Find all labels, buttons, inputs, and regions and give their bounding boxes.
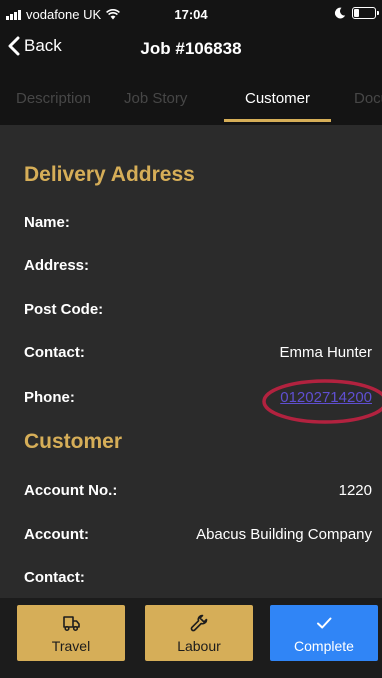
carrier-name: vodafone UK (26, 7, 102, 22)
contact-name: Emma Hunter (279, 343, 372, 361)
wrench-icon (190, 614, 208, 631)
complete-button[interactable]: Complete (270, 605, 378, 661)
checkmark-icon (317, 617, 332, 628)
active-tab-indicator (224, 119, 331, 122)
customer-heading: Customer (24, 430, 123, 453)
signal-icon (6, 9, 21, 20)
delivery-address-heading: Delivery Address (24, 163, 195, 186)
field-label: Contact: (24, 568, 85, 586)
tab-description[interactable]: Description (16, 90, 91, 107)
complete-label: Complete (294, 637, 354, 654)
field-row-account-no: Account No.: 1220 (24, 478, 372, 502)
account-number: 1220 (338, 481, 372, 499)
wifi-icon (106, 9, 121, 20)
chevron-left-icon (8, 36, 20, 56)
field-row-customer-contact: Contact: (24, 565, 372, 589)
tab-job-story[interactable]: Job Story (124, 90, 187, 107)
van-icon (63, 615, 80, 631)
field-label: Post Code: (24, 300, 104, 318)
field-label: Name: (24, 213, 70, 231)
nav-bar: Back Job #106838 (0, 30, 382, 70)
field-label: Account No.: (24, 481, 118, 499)
action-bar: Travel Labour Complete (0, 598, 382, 678)
status-bar: vodafone UK 17:04 (0, 0, 382, 30)
travel-button[interactable]: Travel (17, 605, 125, 661)
battery-icon (352, 7, 379, 19)
field-label: Address: (24, 256, 90, 274)
account-name: Abacus Building Company (196, 525, 372, 543)
labour-button[interactable]: Labour (145, 605, 253, 661)
status-right (334, 7, 379, 19)
field-row-address: Address: (24, 253, 372, 277)
field-row-account: Account: Abacus Building Company (24, 522, 372, 546)
back-label: Back (24, 36, 62, 55)
travel-label: Travel (51, 637, 91, 654)
tab-bar: Description Job Story Customer Documents (0, 70, 382, 125)
tab-documents[interactable]: Documents (354, 90, 382, 107)
field-row-contact: Contact: Emma Hunter (24, 340, 372, 364)
tab-customer[interactable]: Customer (245, 90, 310, 107)
labour-label: Labour (177, 637, 221, 654)
annotation-circle (262, 379, 382, 424)
customer-details: Delivery Address Name: Address: Post Cod… (0, 125, 382, 598)
status-left: vodafone UK (6, 7, 121, 22)
field-label: Phone: (24, 388, 75, 406)
back-button[interactable]: Back (8, 36, 62, 56)
moon-icon (334, 7, 346, 19)
field-row-post-code: Post Code: (24, 297, 372, 321)
field-label: Account: (24, 525, 89, 543)
field-label: Contact: (24, 343, 85, 361)
field-row-name: Name: (24, 210, 372, 234)
